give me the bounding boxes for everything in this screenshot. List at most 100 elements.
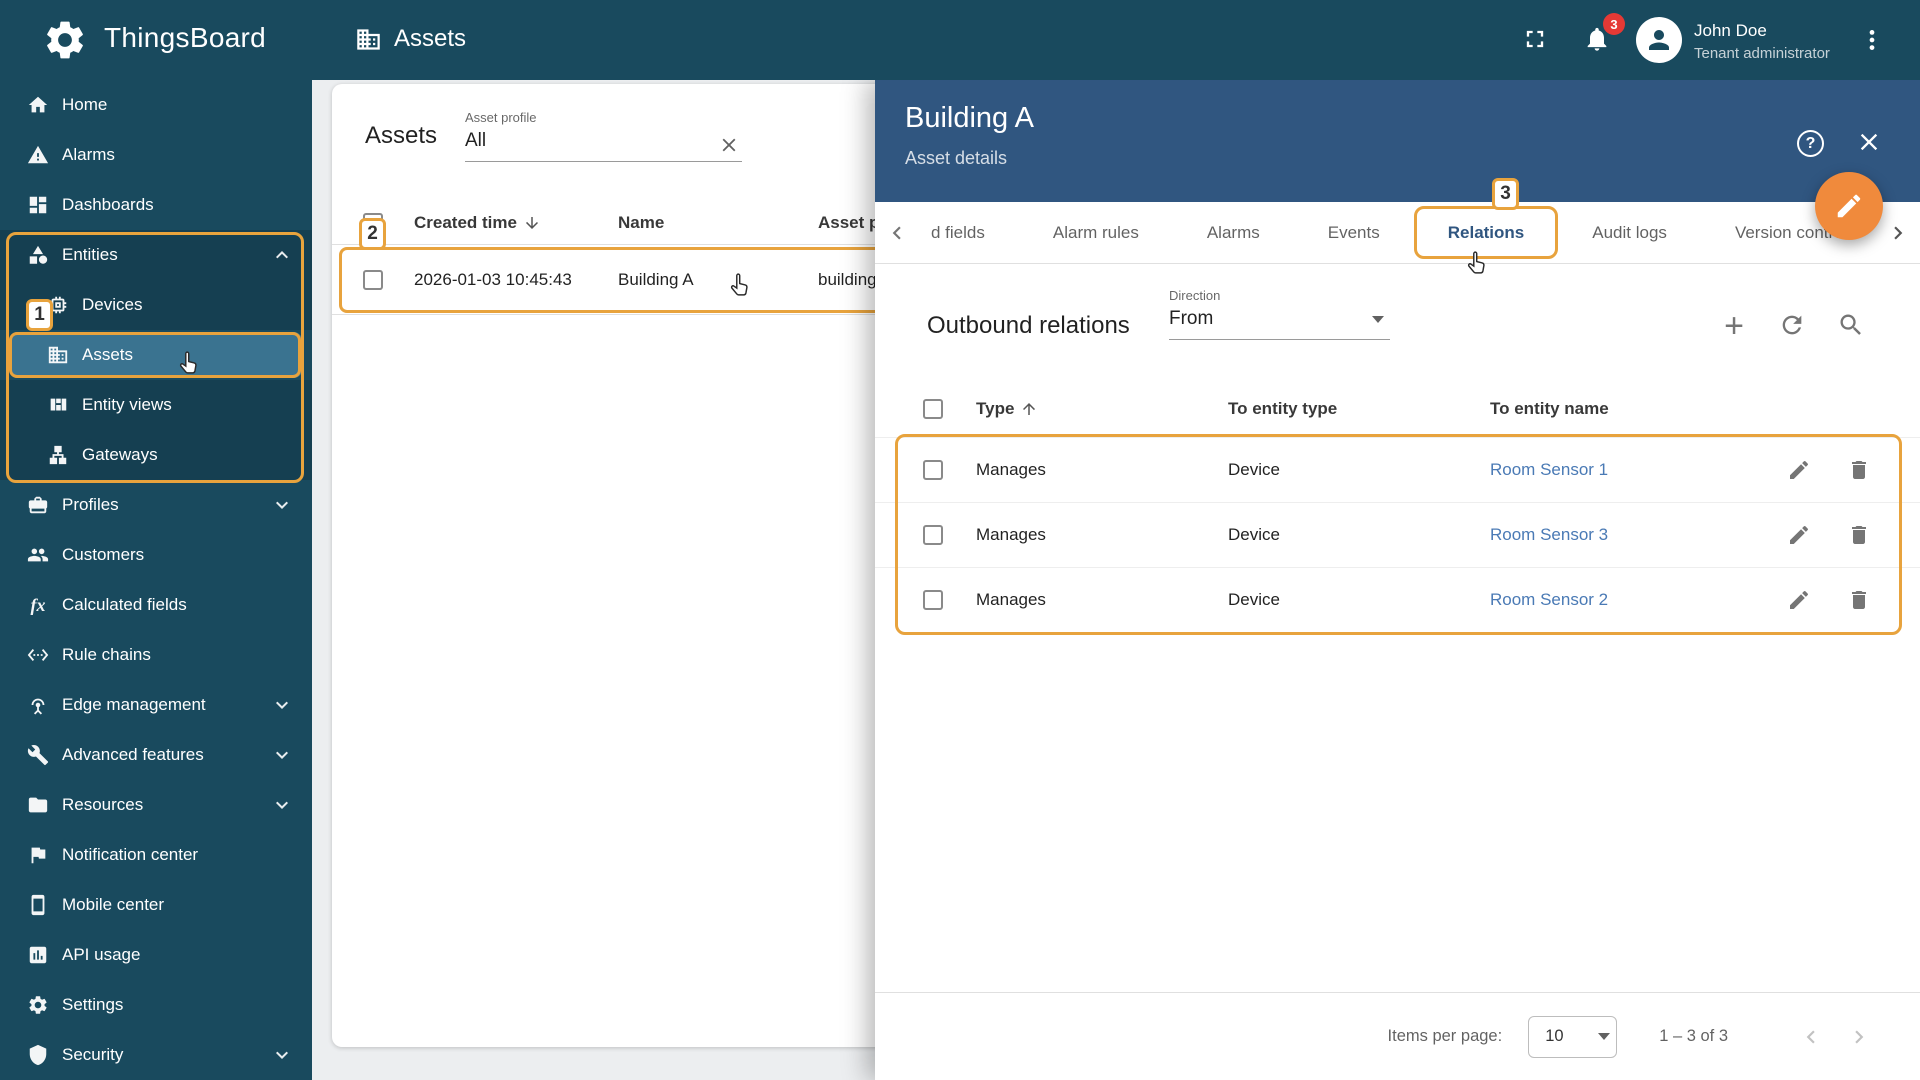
fullscreen-button[interactable]	[1521, 25, 1549, 53]
sidebar-item-resources[interactable]: Resources	[0, 780, 312, 830]
column-header-created-time[interactable]: Created time	[414, 213, 618, 233]
edit-relation-button[interactable]	[1784, 520, 1814, 550]
sidebar-item-label: Resources	[62, 795, 144, 814]
sidebar-item-assets[interactable]: Assets	[10, 332, 302, 378]
entity-link[interactable]: Room Sensor 3	[1490, 525, 1608, 544]
sidebar-item-dashboards[interactable]: Dashboards	[0, 180, 312, 230]
items-per-page-select[interactable]: 10	[1528, 1015, 1618, 1058]
direction-select[interactable]: Direction From	[1169, 288, 1390, 340]
column-header-type[interactable]: Type	[976, 399, 1228, 419]
created-time-label: Created time	[414, 213, 517, 232]
relations-table: Type To entity type To entity name Manag…	[875, 380, 1920, 632]
security-icon	[26, 1043, 50, 1067]
previous-page-button[interactable]	[1798, 1024, 1824, 1050]
settings-icon	[26, 993, 50, 1017]
column-header-to-entity-type[interactable]: To entity type	[1228, 399, 1490, 419]
sidebar-item-mobile-center[interactable]: Mobile center	[0, 880, 312, 930]
column-header-name[interactable]: Name	[618, 213, 818, 233]
dropdown-caret-icon	[1598, 1032, 1611, 1040]
sidebar-item-profiles[interactable]: Profiles	[0, 480, 312, 530]
edit-relation-button[interactable]	[1784, 455, 1814, 485]
sidebar-item-gateways[interactable]: Gateways	[0, 430, 312, 480]
next-page-button[interactable]	[1846, 1024, 1872, 1050]
relations-tab-content: Outbound relations Direction From + Type…	[875, 264, 1920, 1080]
sidebar: Home Alarms Dashboards Entities Devices …	[0, 80, 312, 1080]
sidebar-item-label: Calculated fields	[62, 595, 187, 614]
user-role: Tenant administrator	[1694, 45, 1830, 62]
relation-row[interactable]: Manages Device Room Sensor 1	[875, 437, 1920, 502]
tab-events[interactable]: Events	[1294, 202, 1414, 263]
sidebar-item-label: Gateways	[82, 445, 158, 464]
notification-center-icon	[26, 843, 50, 867]
relation-type: Manages	[976, 525, 1046, 544]
hand-cursor-icon	[176, 349, 203, 381]
api-usage-icon	[26, 943, 50, 967]
advanced-features-icon	[26, 743, 50, 767]
sidebar-item-calculated-fields[interactable]: fx Calculated fields	[0, 580, 312, 630]
annotation-step-1-badge: 1	[26, 299, 53, 331]
sidebar-item-entity-views[interactable]: Entity views	[0, 380, 312, 430]
type-label: Type	[976, 398, 1015, 418]
chevron-down-icon	[270, 693, 294, 722]
assets-card-title: Assets	[365, 122, 438, 149]
close-details-button[interactable]	[1855, 128, 1883, 161]
direction-label: Direction	[1169, 288, 1221, 303]
sidebar-item-home[interactable]: Home	[0, 80, 312, 130]
sidebar-item-alarms[interactable]: Alarms	[0, 130, 312, 180]
assets-page-icon	[355, 26, 382, 53]
entity-link[interactable]: Room Sensor 2	[1490, 590, 1608, 609]
sort-descending-icon	[523, 214, 541, 232]
app-root: ThingsBoard Assets 3 John Doe Tenant adm…	[0, 0, 1920, 1080]
delete-relation-button[interactable]	[1844, 585, 1874, 615]
sidebar-item-edge-management[interactable]: Edge management	[0, 680, 312, 730]
chevron-down-icon	[270, 493, 294, 522]
sidebar-item-rule-chains[interactable]: Rule chains	[0, 630, 312, 680]
relations-select-all-checkbox[interactable]	[923, 398, 943, 419]
row-checkbox[interactable]	[923, 590, 943, 610]
sidebar-item-advanced-features[interactable]: Advanced features	[0, 730, 312, 780]
hand-cursor-icon	[1464, 249, 1491, 281]
thingsboard-logo-icon	[42, 17, 88, 68]
delete-relation-button[interactable]	[1844, 520, 1874, 550]
row-checkbox[interactable]	[923, 525, 943, 545]
brand-name: ThingsBoard	[104, 22, 267, 53]
tab-alarms[interactable]: Alarms	[1173, 202, 1294, 263]
clear-filter-button[interactable]	[718, 134, 740, 161]
row-checkbox[interactable]	[363, 269, 383, 290]
delete-relation-button[interactable]	[1844, 455, 1874, 485]
sidebar-item-api-usage[interactable]: API usage	[0, 930, 312, 980]
dropdown-caret-icon	[1372, 316, 1384, 323]
tabs-scroll-left-button[interactable]	[875, 202, 919, 263]
sort-ascending-icon	[1020, 400, 1038, 418]
column-header-to-entity-name[interactable]: To entity name	[1490, 399, 1920, 419]
edit-fab-button[interactable]	[1815, 172, 1883, 240]
row-checkbox[interactable]	[923, 460, 943, 480]
sidebar-item-security[interactable]: Security	[0, 1030, 312, 1080]
search-button[interactable]	[1837, 311, 1865, 339]
avatar[interactable]	[1636, 17, 1682, 63]
more-menu-button[interactable]	[1859, 27, 1885, 53]
help-button[interactable]: ?	[1797, 130, 1824, 157]
relation-to-entity-type: Device	[1228, 525, 1280, 544]
sidebar-item-settings[interactable]: Settings	[0, 980, 312, 1030]
entity-link[interactable]: Room Sensor 1	[1490, 460, 1608, 479]
asset-name: Building A	[618, 269, 694, 289]
refresh-button[interactable]	[1778, 311, 1806, 339]
relation-row[interactable]: Manages Device Room Sensor 2	[875, 567, 1920, 632]
sidebar-item-notification-center[interactable]: Notification center	[0, 830, 312, 880]
sidebar-item-customers[interactable]: Customers	[0, 530, 312, 580]
sidebar-item-label: Edge management	[62, 695, 206, 714]
relation-row[interactable]: Manages Device Room Sensor 3	[875, 502, 1920, 567]
tab-calculated-fields[interactable]: d fields	[919, 202, 1019, 263]
tab-audit-logs[interactable]: Audit logs	[1558, 202, 1701, 263]
add-relation-button[interactable]: +	[1717, 306, 1751, 346]
sidebar-item-entities[interactable]: Entities	[0, 230, 312, 280]
sidebar-item-label: Assets	[82, 345, 134, 364]
asset-profile-filter[interactable]: Asset profile All	[465, 110, 742, 162]
tab-alarm-rules[interactable]: Alarm rules	[1019, 202, 1173, 263]
edit-relation-button[interactable]	[1784, 585, 1814, 615]
dashboards-icon	[26, 193, 50, 217]
calculated-fields-icon: fx	[30, 594, 46, 615]
sidebar-item-label: Profiles	[62, 495, 119, 514]
top-header: ThingsBoard Assets 3 John Doe Tenant adm…	[0, 0, 1920, 80]
